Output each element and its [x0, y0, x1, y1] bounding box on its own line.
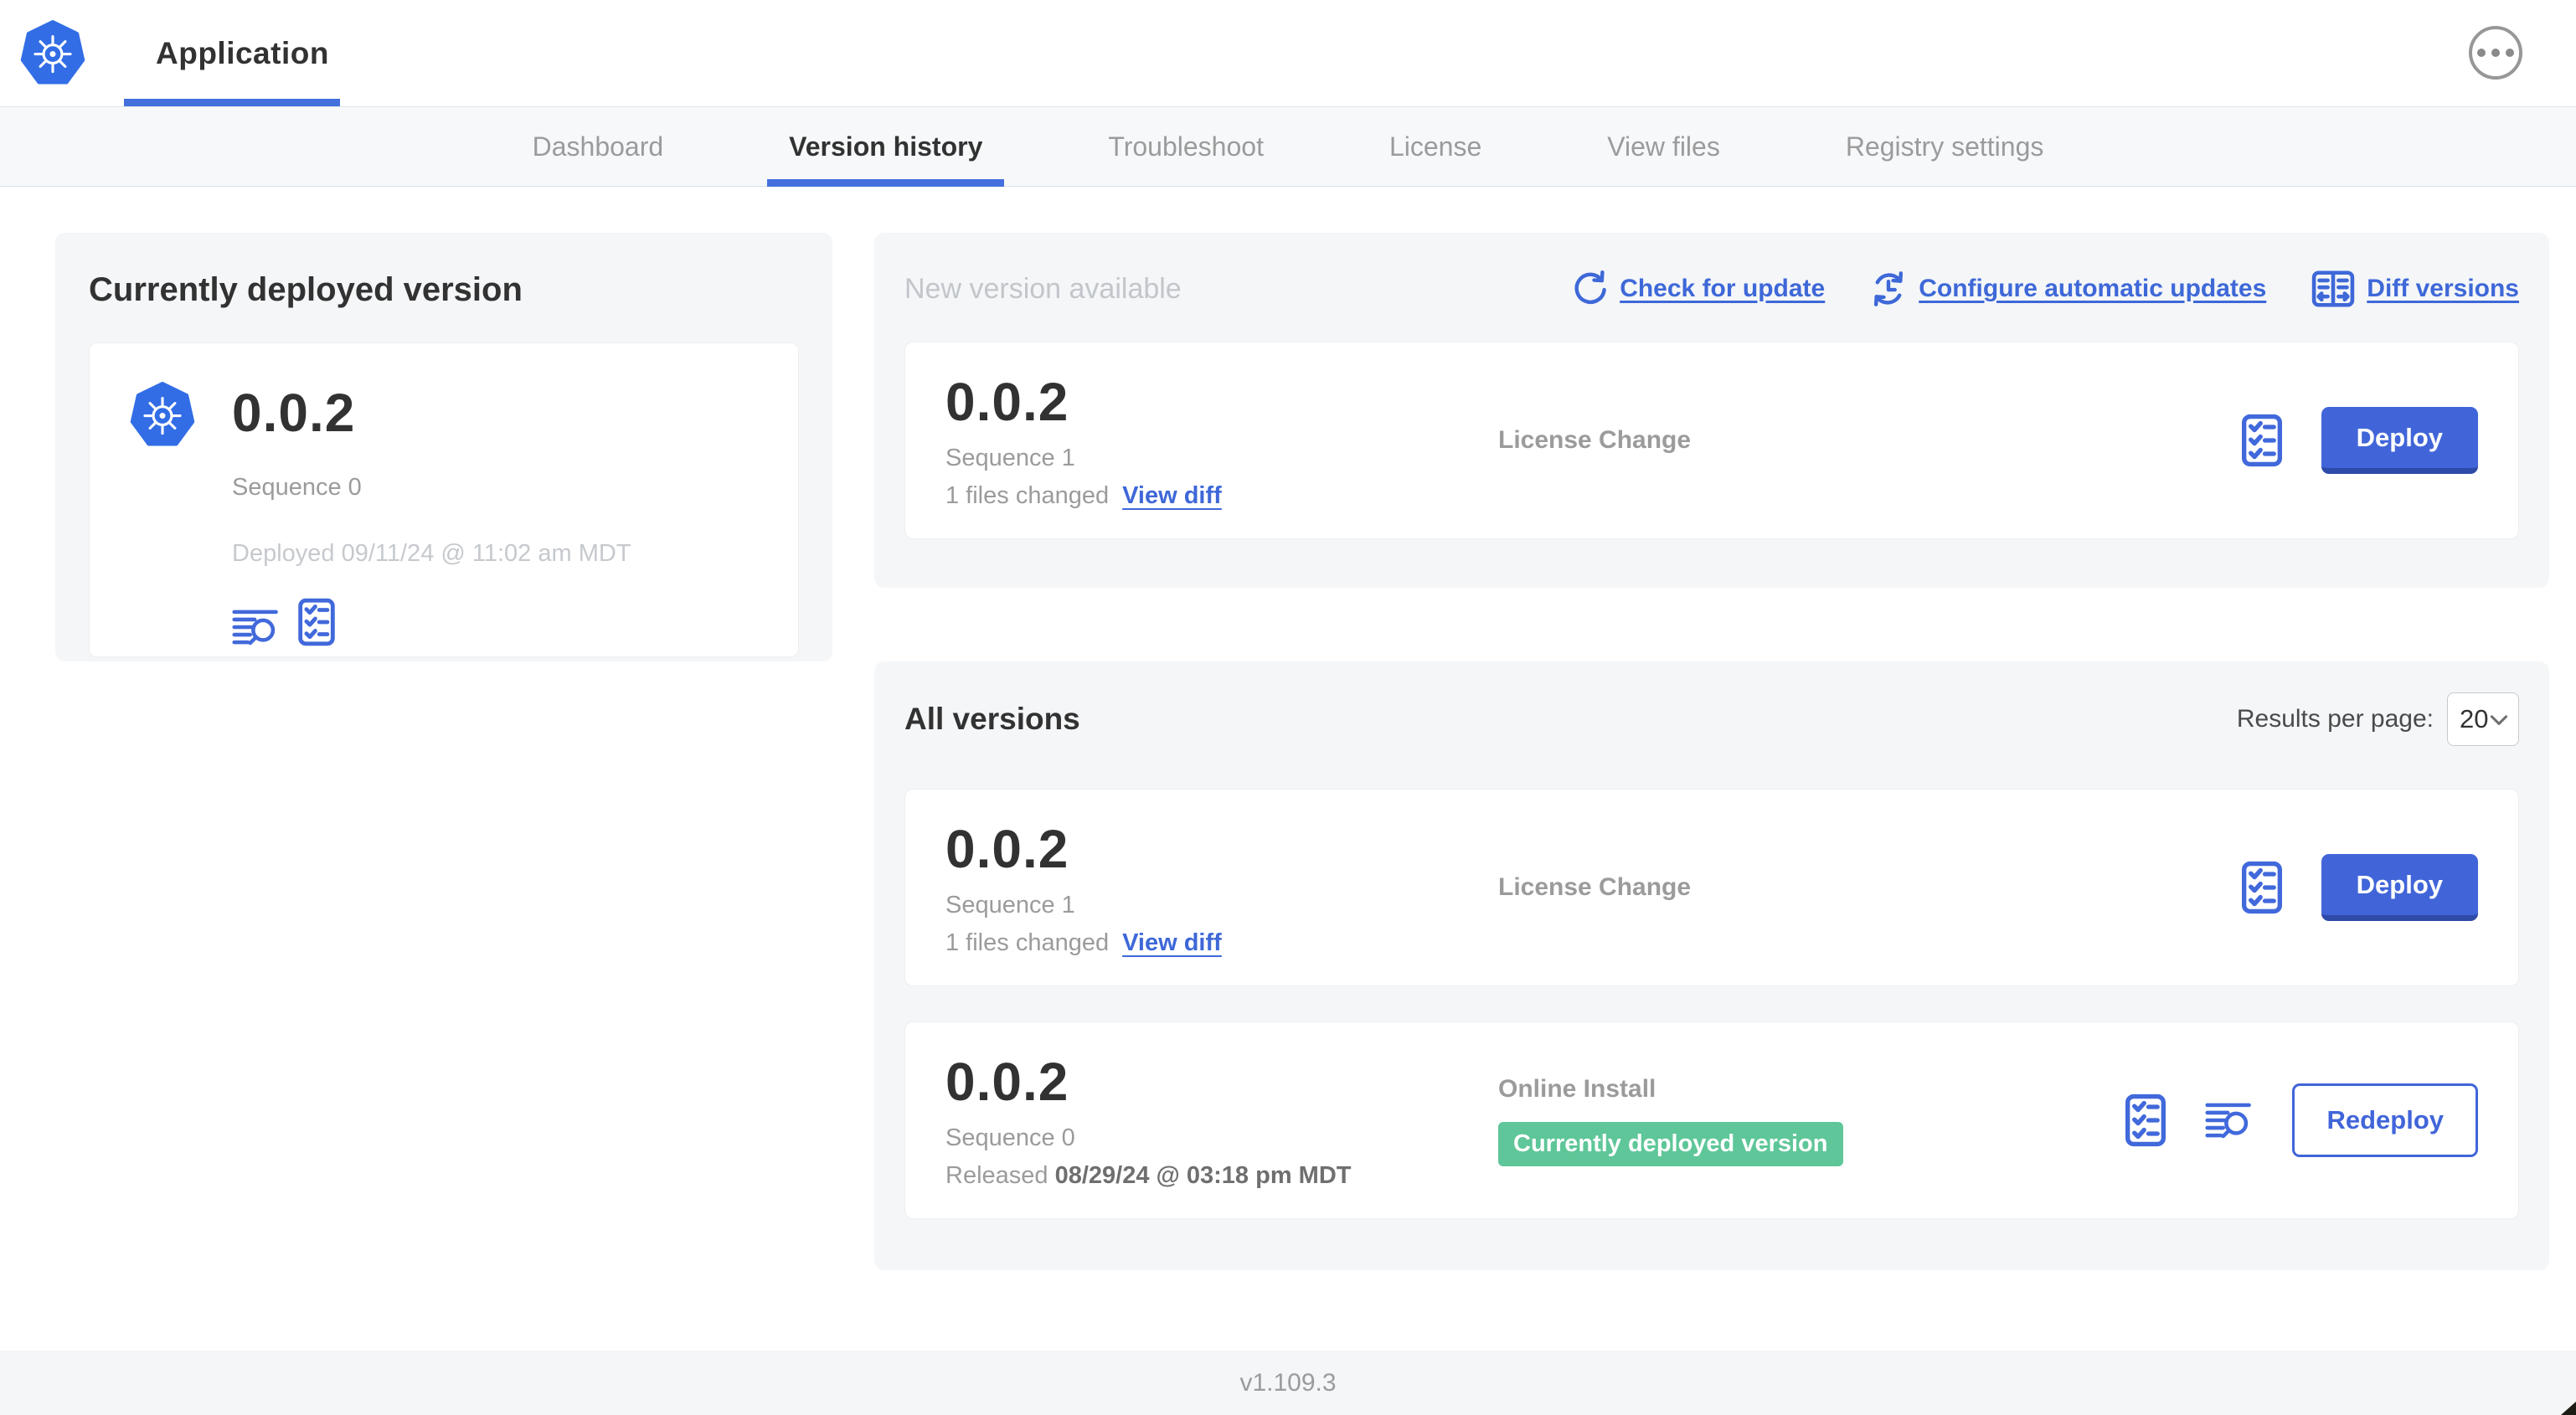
version-info: 0.0.2 Sequence 1 1 files changed View di… — [945, 818, 1498, 957]
view-diff-link[interactable]: View diff — [1122, 482, 1222, 510]
preflight-checklist-icon[interactable] — [297, 598, 336, 646]
view-diff-link[interactable]: View diff — [1122, 929, 1222, 957]
files-changed-count: 1 files changed — [945, 929, 1110, 956]
tab-version-history[interactable]: Version history — [767, 107, 1005, 187]
source-label: License Change — [1498, 873, 1692, 901]
new-version-title: New version available — [904, 272, 1182, 305]
version-number: 0.0.2 — [945, 819, 1069, 879]
preflight-checklist-icon[interactable] — [2125, 1093, 2166, 1147]
preflight-checklist-icon[interactable] — [2241, 414, 2283, 467]
version-source: License Change — [1498, 426, 2241, 455]
diff-icon — [2311, 270, 2355, 307]
new-version-actions: Check for update Configure automatic upd… — [1571, 270, 2519, 307]
version-row-actions: Redeploy — [2125, 1083, 2478, 1157]
released-timestamp: Released 08/29/24 @ 03:18 pm MDT — [945, 1162, 1498, 1190]
schedule-update-icon — [1870, 270, 1907, 307]
check-for-update-link[interactable]: Check for update — [1571, 270, 1825, 307]
deploy-button[interactable]: Deploy — [2321, 854, 2478, 921]
current-version-number: 0.0.2 — [232, 383, 356, 443]
tab-license-label: License — [1388, 131, 1482, 162]
new-version-panel: New version available Check for update C… — [874, 233, 2549, 588]
tab-registry-settings[interactable]: Registry settings — [1824, 107, 2066, 186]
currently-deployed-badge: Currently deployed version — [1498, 1121, 1843, 1166]
files-changed-line: 1 files changed View diff — [945, 929, 1498, 957]
kubernetes-logo — [130, 382, 195, 447]
version-row-sequence-0: 0.0.2 Sequence 0 Released 08/29/24 @ 03:… — [904, 1021, 2519, 1219]
active-tab-underline — [767, 179, 1005, 187]
tab-view-files[interactable]: View files — [1585, 107, 1742, 186]
version-info: 0.0.2 Sequence 0 Released 08/29/24 @ 03:… — [945, 1051, 1498, 1190]
new-version-panel-header: New version available Check for update C… — [904, 260, 2519, 318]
released-date: 08/29/24 @ 03:18 pm MDT — [1054, 1162, 1352, 1189]
all-versions-title: All versions — [904, 702, 1080, 736]
configure-automatic-updates-label: Configure automatic updates — [1919, 275, 2267, 302]
results-per-page-select[interactable]: 20 — [2447, 692, 2519, 746]
tab-dashboard[interactable]: Dashboard — [511, 107, 686, 186]
all-versions-header: All versions Results per page: 20 — [904, 690, 2519, 749]
current-deployed-timestamp: Deployed 09/11/24 @ 11:02 am MDT — [232, 540, 631, 567]
app-active-underline — [124, 99, 340, 106]
new-version-row: 0.0.2 Sequence 1 1 files changed View di… — [904, 342, 2519, 539]
logs-icon[interactable] — [232, 608, 281, 646]
redeploy-button[interactable]: Redeploy — [2292, 1083, 2478, 1157]
currently-deployed-details: 0.0.2 Sequence 0 Deployed 09/11/24 @ 11:… — [232, 382, 631, 646]
currently-deployed-card: 0.0.2 Sequence 0 Deployed 09/11/24 @ 11:… — [89, 342, 799, 657]
diff-versions-link[interactable]: Diff versions — [2311, 270, 2519, 307]
version-row-sequence-1: 0.0.2 Sequence 1 1 files changed View di… — [904, 789, 2519, 986]
version-row-actions: Deploy — [2241, 854, 2478, 921]
released-prefix: Released — [945, 1162, 1048, 1189]
kubernetes-logo — [20, 20, 85, 85]
version-info: 0.0.2 Sequence 1 1 files changed View di… — [945, 371, 1498, 510]
current-sequence: Sequence 0 — [232, 474, 362, 501]
check-for-update-label: Check for update — [1620, 275, 1826, 302]
results-per-page: Results per page: 20 — [2237, 692, 2519, 746]
source-label: License Change — [1498, 426, 1692, 454]
files-changed-line: 1 files changed View diff — [945, 482, 1498, 510]
version-sequence: Sequence 0 — [945, 1124, 1075, 1151]
deploy-button[interactable]: Deploy — [2321, 407, 2478, 474]
version-number: 0.0.2 — [945, 372, 1069, 432]
results-per-page-label: Results per page: — [2236, 705, 2434, 733]
currently-deployed-title: Currently deployed version — [89, 271, 523, 308]
chevron-down-icon — [2490, 713, 2508, 726]
version-sequence: Sequence 1 — [945, 445, 1075, 471]
logs-icon[interactable] — [2205, 1101, 2254, 1140]
diff-versions-label: Diff versions — [2367, 275, 2519, 302]
app-title[interactable]: Application — [156, 0, 329, 106]
version-source: Online Install Currently deployed versio… — [1498, 1075, 2125, 1166]
tab-version-history-label: Version history — [789, 131, 983, 162]
tab-registry-settings-label: Registry settings — [1845, 131, 2044, 162]
all-versions-panel: All versions Results per page: 20 0.0.2 … — [874, 661, 2549, 1270]
ellipsis-menu-icon[interactable] — [2469, 26, 2522, 80]
current-version-actions — [232, 598, 631, 646]
version-source: License Change — [1498, 873, 2241, 902]
tab-dashboard-label: Dashboard — [532, 131, 664, 162]
tab-bar: Dashboard Version history Troubleshoot L… — [0, 106, 2576, 187]
console-version: v1.109.3 — [1239, 1368, 1337, 1397]
preflight-checklist-icon[interactable] — [2241, 861, 2283, 914]
app-header: Application — [0, 0, 2576, 106]
version-sequence: Sequence 1 — [945, 892, 1075, 918]
app-footer: v1.109.3 — [0, 1351, 2576, 1415]
refresh-icon — [1571, 270, 1608, 307]
version-number: 0.0.2 — [945, 1052, 1069, 1112]
tab-troubleshoot[interactable]: Troubleshoot — [1086, 107, 1285, 186]
results-per-page-value: 20 — [2460, 704, 2489, 733]
version-row-actions: Deploy — [2241, 407, 2478, 474]
currently-deployed-panel: Currently deployed version 0.0.2 Sequenc… — [55, 233, 832, 661]
source-label: Online Install — [1498, 1074, 1656, 1103]
tab-license[interactable]: License — [1368, 107, 1503, 186]
configure-automatic-updates-link[interactable]: Configure automatic updates — [1870, 270, 2266, 307]
tab-view-files-label: View files — [1607, 131, 1720, 162]
files-changed-count: 1 files changed — [945, 482, 1110, 509]
tab-troubleshoot-label: Troubleshoot — [1108, 131, 1264, 162]
